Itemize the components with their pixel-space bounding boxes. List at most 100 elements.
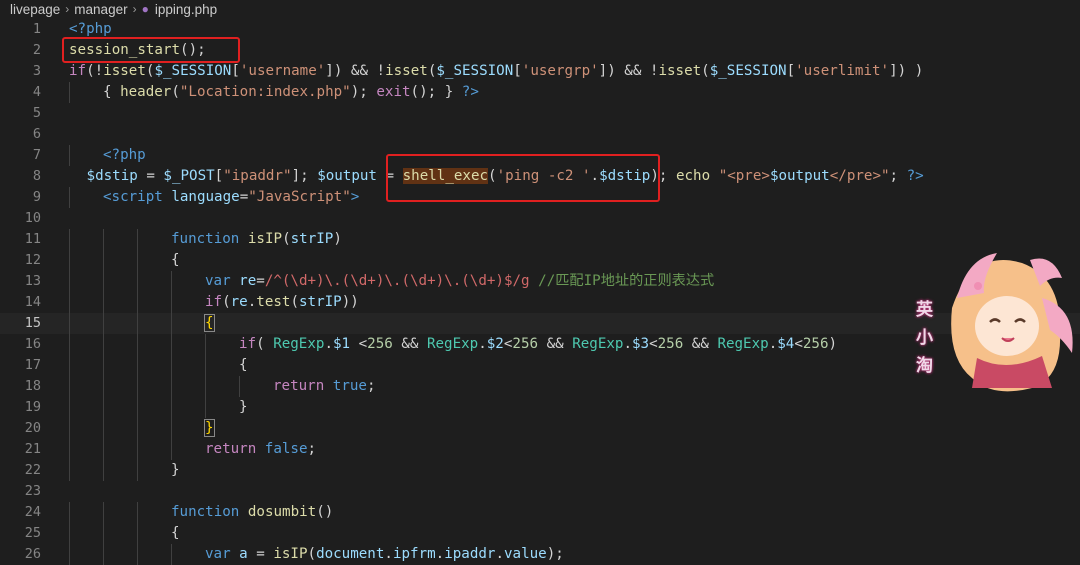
line-number[interactable]: 14 <box>0 292 41 313</box>
indent-guide <box>103 523 104 544</box>
indent-guide <box>103 229 104 250</box>
line-number[interactable]: 4 <box>0 82 41 103</box>
code-token: && <box>392 336 427 352</box>
code-text[interactable]: { <box>239 355 248 376</box>
line-number[interactable]: 5 <box>0 103 41 124</box>
code-line[interactable]: 24 function dosumbit() <box>0 502 1080 523</box>
code-text[interactable]: var a = isIP(document.ipfrm.ipaddr.value… <box>205 544 564 565</box>
code-line[interactable]: 21 return false; <box>0 439 1080 460</box>
code-text[interactable]: <?php <box>69 19 112 40</box>
indent-guide <box>103 502 104 523</box>
code-line[interactable]: 20} <box>0 418 1080 439</box>
indent-guide <box>69 544 70 565</box>
code-line[interactable]: 26 var a = isIP(document.ipfrm.ipaddr.val… <box>0 544 1080 565</box>
code-line[interactable]: 8 $dstip = $_POST["ipaddr"]; $output = s… <box>0 166 1080 187</box>
line-number[interactable]: 6 <box>0 124 41 145</box>
code-token: 'ping -c2 ' <box>496 168 591 184</box>
code-line[interactable]: 5 <box>0 103 1080 124</box>
code-line[interactable]: 19} <box>0 397 1080 418</box>
indent-guide <box>171 544 172 565</box>
indent-guide <box>171 271 172 292</box>
line-number[interactable]: 1 <box>0 19 41 40</box>
code-text[interactable]: if( RegExp.$1 <256 && RegExp.$2<256 && R… <box>239 334 837 355</box>
code-text[interactable]: $dstip = $_POST["ipaddr"]; $output = she… <box>78 166 924 187</box>
code-text[interactable]: { <box>171 250 180 271</box>
line-number[interactable]: 23 <box>0 481 41 502</box>
line-number[interactable]: 17 <box>0 355 41 376</box>
code-text[interactable]: } <box>204 418 215 439</box>
code-token: isset <box>658 63 702 79</box>
code-text[interactable]: if(re.test(strIP)) <box>205 292 359 313</box>
code-line[interactable]: 2 session_start(); <box>0 40 1080 61</box>
code-token: [ <box>214 168 224 184</box>
code-text[interactable]: } <box>171 460 180 481</box>
line-number[interactable]: 21 <box>0 439 41 460</box>
line-number[interactable]: 16 <box>0 334 41 355</box>
code-line[interactable]: 9 <script language="JavaScript"> <box>0 187 1080 208</box>
code-token: { <box>171 525 180 541</box>
line-number[interactable]: 12 <box>0 250 41 271</box>
code-token: ]) && ! <box>325 63 386 79</box>
line-number[interactable]: 25 <box>0 523 41 544</box>
code-token: document <box>316 546 385 562</box>
code-token: && <box>538 336 573 352</box>
line-number[interactable]: 2 <box>0 40 41 61</box>
code-token: ipfrm <box>392 546 436 562</box>
indent-guide <box>103 334 104 355</box>
code-text[interactable]: if(!isset($_SESSION['username']) && !iss… <box>69 61 923 82</box>
code-text[interactable]: function dosumbit() <box>171 502 333 523</box>
code-text[interactable]: } <box>239 397 248 418</box>
line-number[interactable]: 24 <box>0 502 41 523</box>
line-number[interactable]: 7 <box>0 145 41 166</box>
code-line[interactable]: 10 <box>0 208 1080 229</box>
code-text[interactable]: { header("Location:index.php"); exit(); … <box>103 82 479 103</box>
code-text[interactable]: function isIP(strIP) <box>171 229 342 250</box>
line-number[interactable]: 10 <box>0 208 41 229</box>
code-token: < <box>649 336 658 352</box>
code-line[interactable]: 23 <box>0 481 1080 502</box>
code-token: { <box>103 84 121 100</box>
code-line[interactable]: 7 <?php <box>0 145 1080 166</box>
indent-guide <box>137 418 138 439</box>
line-number[interactable]: 22 <box>0 460 41 481</box>
code-text[interactable]: return true; <box>273 376 376 397</box>
code-token: isIP <box>247 231 283 247</box>
line-number[interactable]: 11 <box>0 229 41 250</box>
code-text[interactable]: <?php <box>103 145 146 166</box>
breadcrumb-item-livepage[interactable]: livepage <box>10 2 60 17</box>
code-line[interactable]: 6 <box>0 124 1080 145</box>
indent-guide <box>205 376 206 397</box>
breadcrumb-item-manager[interactable]: manager <box>74 2 127 17</box>
line-number[interactable]: 3 <box>0 61 41 82</box>
code-text[interactable]: return false; <box>205 439 316 460</box>
code-line[interactable]: 22} <box>0 460 1080 481</box>
code-text[interactable]: session_start(); <box>69 40 206 61</box>
code-text[interactable]: { <box>171 523 180 544</box>
line-number[interactable]: 9 <box>0 187 41 208</box>
code-text[interactable]: <script language="JavaScript"> <box>103 187 359 208</box>
indent-guide <box>137 250 138 271</box>
code-text[interactable]: { <box>204 313 215 334</box>
line-number[interactable]: 18 <box>0 376 41 397</box>
indent-guide <box>137 355 138 376</box>
code-token: return <box>205 441 257 457</box>
line-number[interactable]: 19 <box>0 397 41 418</box>
code-line[interactable]: 3 if(!isset($_SESSION['username']) && !is… <box>0 61 1080 82</box>
line-number[interactable]: 15 <box>0 313 41 334</box>
code-token: "<pre> <box>718 168 770 184</box>
code-token: ( <box>307 546 317 562</box>
code-line[interactable]: 4 { header("Location:index.php"); exit();… <box>0 82 1080 103</box>
line-number[interactable]: 8 <box>0 166 41 187</box>
breadcrumb-item-file[interactable]: ipping.php <box>155 2 217 17</box>
code-line[interactable]: 25 { <box>0 523 1080 544</box>
line-number[interactable]: 20 <box>0 418 41 439</box>
code-token: language <box>171 189 240 205</box>
code-token: . <box>768 336 778 352</box>
line-number[interactable]: 13 <box>0 271 41 292</box>
line-number[interactable]: 26 <box>0 544 41 565</box>
code-token: () <box>316 504 334 520</box>
code-line[interactable]: 1 <?php <box>0 19 1080 40</box>
code-text[interactable]: var re=/^(\d+)\.(\d+)\.(\d+)\.(\d+)$/g /… <box>205 271 714 292</box>
